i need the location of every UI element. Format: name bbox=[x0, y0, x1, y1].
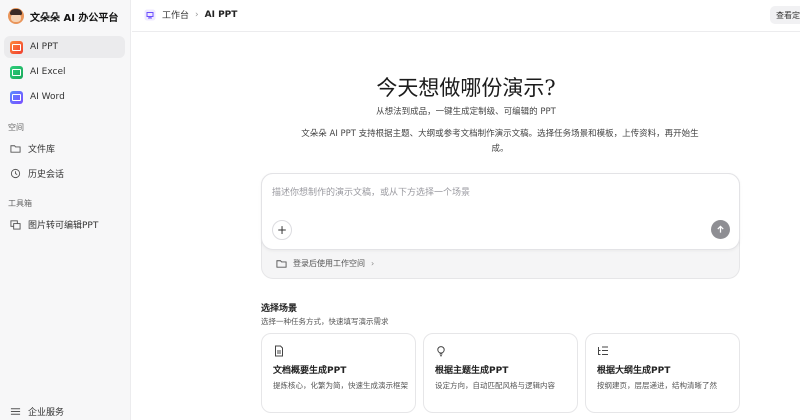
send-button[interactable] bbox=[711, 220, 730, 239]
sidebar-item-ai-word[interactable]: AI Word bbox=[4, 86, 125, 108]
chevron-right-icon: › bbox=[195, 9, 199, 20]
scene-card-topic[interactable]: 根据主题生成PPT 设定方向，自动匹配风格与逻辑内容 bbox=[423, 333, 578, 413]
sidebar-item-ai-ppt[interactable]: AI PPT bbox=[4, 36, 125, 58]
folder-icon bbox=[10, 143, 21, 154]
scene-card-outline[interactable]: 根据大纲生成PPT 按纲建页，层层递进，结构清晰了然 bbox=[585, 333, 740, 413]
arrow-up-icon bbox=[717, 225, 724, 233]
enterprise-icon bbox=[10, 406, 21, 417]
sidebar-item-label: 历史会话 bbox=[28, 169, 65, 180]
prompt-placeholder: 描述你想制作的演示文稿，或从下方选择一个场景 bbox=[272, 188, 471, 198]
chevron-right-icon: › bbox=[371, 259, 375, 268]
breadcrumb-workspace[interactable]: 工作台 bbox=[162, 8, 189, 21]
sidebar-item-enterprise[interactable]: 企业服务 bbox=[4, 400, 125, 420]
scene-card-title: 根据主题生成PPT bbox=[435, 366, 509, 376]
history-icon bbox=[10, 168, 21, 179]
sidebar-item-label: 企业服务 bbox=[28, 407, 65, 418]
scene-section-subtitle: 选择一种任务方式，快速填写演示需求 bbox=[261, 317, 389, 326]
sidebar-item-label: AI Word bbox=[30, 92, 65, 102]
sidebar-item-ai-excel[interactable]: AI Excel bbox=[4, 61, 125, 83]
sidebar-item-image-to-ppt[interactable]: 图片转可编辑PPT bbox=[4, 213, 125, 235]
scene-card-description: 提炼核心，化繁为简，快速生成演示框架 bbox=[273, 381, 408, 390]
page-title: 今天想做哪份演示? bbox=[376, 76, 556, 100]
word-app-icon bbox=[10, 90, 23, 104]
sidebar: 文朵朵 AI 办公平台 AI PPT AI Excel AI Word 空间 文… bbox=[0, 0, 131, 420]
sidebar-item-label: AI Excel bbox=[30, 67, 66, 77]
add-attachment-button[interactable]: + bbox=[272, 220, 292, 240]
page-subtitle: 从想法到成品，一键生成定制级、可编辑的 PPT bbox=[376, 107, 556, 117]
top-right-button[interactable]: 查看定 bbox=[770, 6, 800, 24]
outline-list-icon bbox=[597, 345, 609, 357]
scene-card-document[interactable]: 文档概要生成PPT 提炼核心，化繁为简，快速生成演示框架 bbox=[261, 333, 416, 413]
breadcrumb: 工作台 › AI PPT bbox=[144, 8, 237, 21]
login-hint: 登录后使用工作空间 bbox=[293, 259, 365, 268]
document-icon bbox=[273, 345, 285, 357]
top-bar: 工作台 › AI PPT 查看定 bbox=[132, 0, 800, 32]
lightbulb-icon bbox=[435, 345, 447, 357]
scene-section-title: 选择场景 bbox=[261, 304, 298, 314]
tools-section-label: 工具箱 bbox=[8, 199, 32, 208]
sidebar-item-label: 文件库 bbox=[28, 144, 56, 155]
sidebar-item-file-library[interactable]: 文件库 bbox=[4, 137, 125, 159]
brand[interactable]: 文朵朵 AI 办公平台 bbox=[8, 6, 118, 26]
excel-app-icon bbox=[10, 65, 23, 79]
composer: 描述你想制作的演示文稿，或从下方选择一个场景 + 登录后使用工作空间 › bbox=[261, 173, 740, 279]
breadcrumb-current: AI PPT bbox=[204, 9, 238, 20]
page-description: 文朵朵 AI PPT 支持根据主题、大纲或参考文档制作演示文稿。选择任务场景和模… bbox=[301, 129, 699, 154]
sidebar-item-label: 图片转可编辑PPT bbox=[28, 220, 99, 231]
image-convert-icon bbox=[10, 219, 21, 230]
prompt-input[interactable]: 描述你想制作的演示文稿，或从下方选择一个场景 + bbox=[261, 173, 740, 250]
workspace-icon bbox=[144, 9, 156, 21]
sidebar-item-label: AI PPT bbox=[30, 42, 59, 52]
space-section-label: 空间 bbox=[8, 123, 24, 132]
brand-name: 文朵朵 AI 办公平台 bbox=[30, 12, 119, 24]
sidebar-item-history[interactable]: 历史会话 bbox=[4, 162, 125, 184]
scene-card-title: 文档概要生成PPT bbox=[273, 366, 347, 376]
scene-card-description: 按纲建页，层层递进，结构清晰了然 bbox=[597, 381, 717, 390]
brand-avatar-icon bbox=[8, 8, 24, 24]
login-workspace-link[interactable]: 登录后使用工作空间 › bbox=[276, 258, 374, 269]
scene-card-description: 设定方向，自动匹配风格与逻辑内容 bbox=[435, 381, 555, 390]
plus-icon: + bbox=[276, 223, 288, 237]
folder-icon bbox=[276, 258, 287, 269]
scene-card-title: 根据大纲生成PPT bbox=[597, 366, 671, 376]
ppt-app-icon bbox=[10, 40, 23, 54]
